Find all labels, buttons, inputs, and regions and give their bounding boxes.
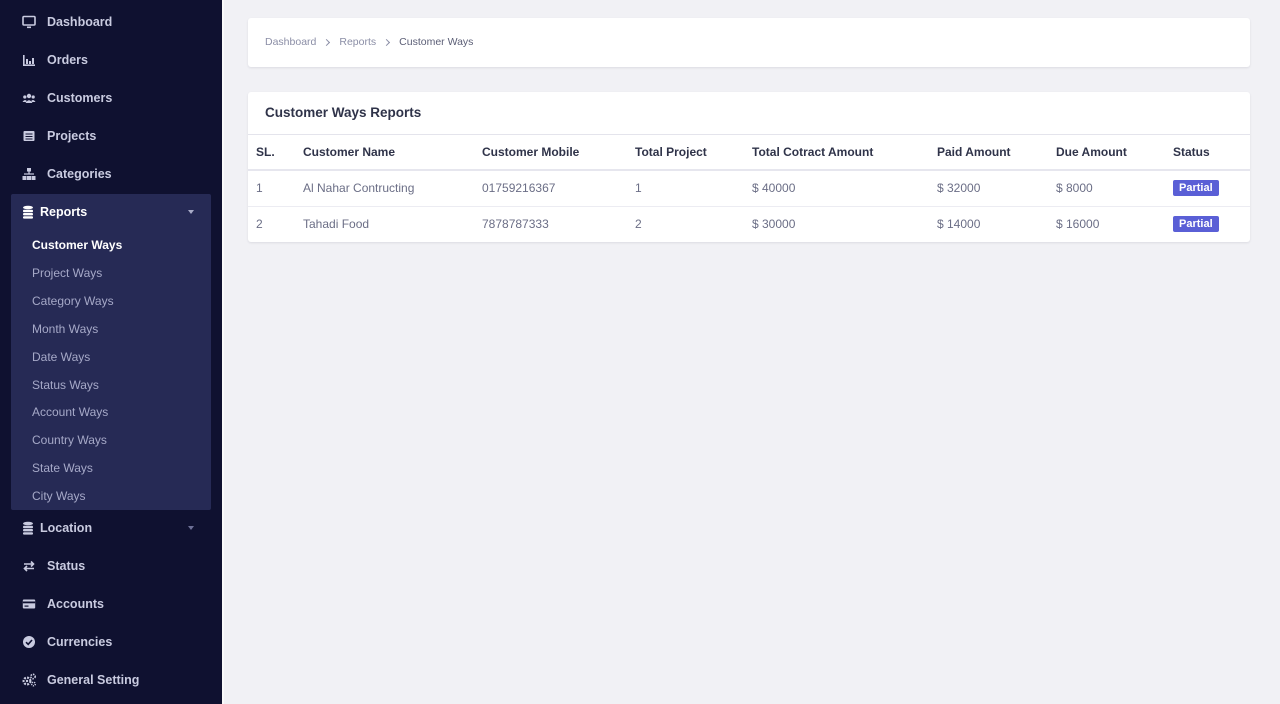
sidebar-item-label: Currencies: [47, 635, 113, 649]
sidebar-item-categories[interactable]: Categories: [0, 155, 222, 193]
table-row: 2 Tahadi Food 7878787333 2 $ 30000 $ 140…: [248, 206, 1250, 242]
table-row: 1 Al Nahar Contructing 01759216367 1 $ 4…: [248, 170, 1250, 207]
column-header: Total Project: [635, 135, 752, 171]
sidebar-item-label: Orders: [47, 53, 88, 67]
chevron-down-icon: [188, 210, 194, 214]
gears-icon: [22, 673, 36, 687]
sidebar-item-dashboard[interactable]: Dashboard: [0, 3, 222, 41]
breadcrumb-current: Customer Ways: [399, 36, 474, 48]
table-cell: $ 16000: [1056, 217, 1100, 232]
sidebar-item-label: Status: [47, 559, 86, 573]
submenu-customer-ways[interactable]: Customer Ways: [32, 238, 122, 252]
column-header: Due Amount: [1056, 135, 1173, 171]
table-cell: 01759216367: [482, 170, 635, 207]
table-cell: 1: [635, 170, 752, 207]
chevron-right-icon: [323, 38, 331, 46]
database-icon: [22, 521, 34, 535]
sitemap-icon: [22, 167, 36, 181]
table-cell: $ 8000: [1056, 170, 1173, 207]
submenu-state-ways[interactable]: State Ways: [32, 461, 93, 475]
table-cell: $ 32000: [937, 170, 1056, 207]
column-header: Status: [1173, 135, 1250, 171]
column-header: Total Cotract Amount: [752, 135, 937, 171]
column-header: Paid Amount: [937, 135, 1056, 171]
chevron-down-icon: [188, 526, 194, 530]
report-table: SL. Customer Name Customer Mobile Total …: [248, 135, 1250, 242]
table-cell: $ 14000: [937, 217, 981, 232]
status-badge: Partial: [1173, 216, 1219, 233]
sidebar-item-general-setting[interactable]: General Setting: [0, 661, 222, 699]
table-cell: $ 30000: [752, 217, 796, 232]
submenu-status-ways[interactable]: Status Ways: [32, 378, 99, 392]
submenu-project-ways[interactable]: Project Ways: [32, 266, 102, 280]
breadcrumb-reports[interactable]: Reports: [339, 36, 376, 48]
table-cell: $ 40000: [752, 170, 937, 207]
sidebar-item-label: Categories: [47, 167, 112, 181]
table-cell: 1: [248, 170, 303, 207]
sidebar-item-label: Dashboard: [47, 15, 113, 29]
database-icon: [22, 205, 34, 219]
monitor-icon: [22, 15, 36, 29]
table-cell: 7878787333: [482, 217, 549, 232]
table-cell: Partial: [1173, 206, 1250, 242]
submenu-country-ways[interactable]: Country Ways: [32, 433, 107, 447]
sidebar-item-label: General Setting: [47, 673, 140, 687]
submenu-month-ways[interactable]: Month Ways: [32, 322, 98, 336]
sidebar-item-label: Customers: [47, 91, 113, 105]
check-circle-icon: [22, 635, 36, 649]
bar-chart-icon: [22, 53, 36, 67]
column-header: Customer Mobile: [482, 135, 635, 171]
table-cell: Partial: [1173, 170, 1250, 207]
submenu-category-ways[interactable]: Category Ways: [32, 294, 114, 308]
breadcrumb-card: Dashboard Reports Customer Ways: [248, 18, 1250, 67]
status-badge: Partial: [1173, 180, 1219, 197]
credit-card-icon: [22, 597, 36, 611]
breadcrumb: Dashboard Reports Customer Ways: [265, 36, 473, 48]
table-header-row: SL. Customer Name Customer Mobile Total …: [248, 135, 1250, 171]
sidebar-item-orders[interactable]: Orders: [0, 41, 222, 79]
submenu-account-ways[interactable]: Account Ways: [32, 405, 108, 419]
sidebar-item-label: Accounts: [47, 597, 104, 611]
submenu-city-ways[interactable]: City Ways: [32, 489, 86, 503]
sidebar-item-label: Reports: [40, 205, 88, 219]
sidebar-item-label: Location: [40, 521, 93, 535]
breadcrumb-dashboard[interactable]: Dashboard: [265, 36, 316, 48]
submenu-date-ways[interactable]: Date Ways: [32, 350, 90, 364]
sidebar-item-label: Projects: [47, 129, 97, 143]
reports-menu-group: Reports Customer Ways Project Ways Categ…: [11, 194, 211, 510]
sidebar-item-customers[interactable]: Customers: [0, 79, 222, 117]
sidebar-item-reports[interactable]: Reports: [11, 194, 211, 230]
users-icon: [22, 91, 36, 105]
table-cell: Tahadi Food: [303, 217, 370, 232]
chevron-right-icon: [383, 38, 391, 46]
sidebar-divider: [222, 0, 224, 704]
sidebar-item-currencies[interactable]: Currencies: [0, 623, 222, 661]
exchange-icon: [22, 559, 36, 573]
table-cell: Al Nahar Contructing: [303, 170, 482, 207]
list-icon: [22, 129, 36, 143]
column-header: Customer Name: [303, 135, 482, 171]
sidebar-item-location[interactable]: Location: [11, 510, 211, 546]
report-card: Customer Ways Reports SL. Customer Name …: [248, 92, 1250, 242]
table-cell: 2: [256, 217, 263, 232]
page-title: Customer Ways Reports: [265, 105, 422, 120]
table-cell: 2: [635, 217, 642, 232]
sidebar-item-accounts[interactable]: Accounts: [0, 585, 222, 623]
sidebar-item-status[interactable]: Status: [0, 547, 222, 585]
column-header: SL.: [248, 135, 303, 171]
sidebar: Dashboard Orders Customers Projects Cate…: [0, 0, 222, 704]
sidebar-item-projects[interactable]: Projects: [0, 117, 222, 155]
